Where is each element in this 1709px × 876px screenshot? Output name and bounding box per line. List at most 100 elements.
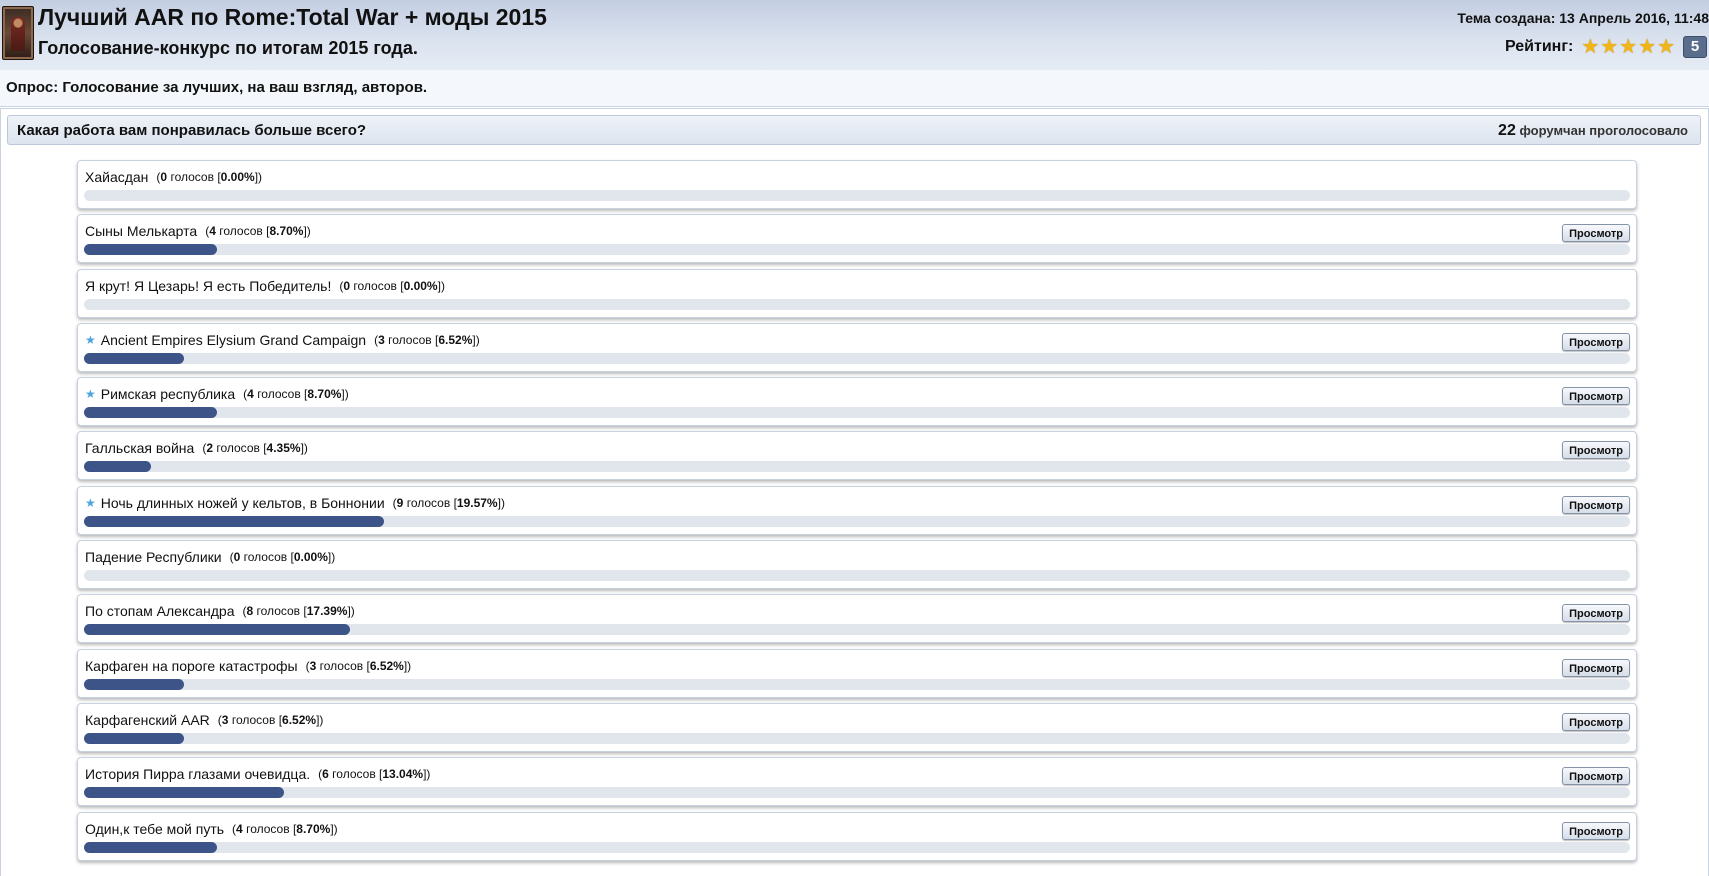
answer-title: По стопам Александра <box>85 603 235 620</box>
answer-vote-count: 4 <box>236 821 243 836</box>
answer-votes: (0 голосов [0.00%]) <box>339 278 445 293</box>
answer-percent: 6.52% <box>438 332 473 347</box>
answer-bar-fill <box>84 244 218 256</box>
answer-bar-fill <box>84 461 151 473</box>
answer-bar-fill <box>84 787 284 799</box>
view-voters-button[interactable]: Просмотр <box>1562 767 1630 786</box>
view-voters-button[interactable]: Просмотр <box>1562 495 1630 514</box>
answer-votes-word: голосов <box>319 658 364 673</box>
answer-line: История Пирра глазами очевидца. (6 голосо… <box>85 766 430 782</box>
rating-star-icon[interactable]: ★ <box>1619 37 1637 57</box>
answer-percent: 13.04% <box>382 767 424 782</box>
answer-votes-word: голосов <box>246 821 290 836</box>
answer-votes-word: голосов <box>231 712 276 727</box>
answer-title: Карфагенский AAR <box>85 711 210 728</box>
poll-answer-row: Я крут! Я Цезарь! Я есть Победитель! (0 г… <box>77 268 1637 318</box>
rating-count-badge: 5 <box>1683 36 1707 58</box>
answer-vote-count: 9 <box>396 495 404 510</box>
answer-votes: (3 голосов [6.52%]) <box>217 712 324 727</box>
answer-line: ★ Римская республика (4 голосов [8.70%]) <box>85 386 349 402</box>
poll-answer-row: ★ Ancient Empires Elysium Grand Campaign (… <box>77 322 1637 372</box>
answer-votes: (4 голосов [8.70%]) <box>205 224 311 239</box>
answer-votes-word: голосов <box>256 604 301 619</box>
answer-votes: (9 голосов [19.57%]) <box>392 495 505 510</box>
answer-bar-track <box>84 732 1630 744</box>
poll-answer-row: Один,к тебе мой путь (4 голосов [8.70%]) П… <box>77 811 1637 861</box>
rating-star-icon[interactable]: ★ <box>1581 37 1599 57</box>
answer-bar-track <box>84 461 1630 473</box>
answer-votes: (8 голосов [17.39%]) <box>242 604 355 619</box>
answer-vote-count: 3 <box>378 332 385 347</box>
answer-votes: (0 голосов [0.00%]) <box>156 170 263 184</box>
answer-bar-fill <box>84 515 384 527</box>
poll-answer-row: История Пирра глазами очевидца. (6 голосо… <box>77 757 1637 807</box>
answer-bar-track <box>84 841 1630 853</box>
answer-votes-word: голосов <box>257 387 301 402</box>
view-voters-button[interactable]: Просмотр <box>1562 604 1630 623</box>
answer-bar-track <box>84 515 1630 527</box>
answer-percent: 8.70% <box>296 821 331 836</box>
answer-votes-word: голосов <box>406 495 451 510</box>
answer-bar-fill <box>84 407 218 419</box>
poll-title: Опрос: Голосование за лучших, на ваш взг… <box>6 79 428 96</box>
rating-star-icon[interactable]: ★ <box>1657 37 1675 57</box>
rating-star-icon[interactable]: ★ <box>1638 37 1656 57</box>
view-voters-button[interactable]: Просмотр <box>1562 224 1630 243</box>
voters-count: 22 <box>1498 122 1516 139</box>
answer-line: Один,к тебе мой путь (4 голосов [8.70%]) <box>85 821 338 837</box>
view-voters-button[interactable]: Просмотр <box>1562 658 1630 677</box>
answer-votes-word: голосов <box>216 441 260 456</box>
topic-title: Лучший AAR по Rome:Total War + моды 2015 <box>38 4 547 30</box>
answer-vote-count: 3 <box>221 712 229 727</box>
answer-bar-fill <box>84 732 184 744</box>
answer-votes: (2 голосов [4.35%]) <box>202 441 308 456</box>
favorite-star-icon: ★ <box>85 387 96 402</box>
answer-line: По стопам Александра (8 голосов [17.39%]) <box>85 603 355 619</box>
poll-answer-row: ★ Ночь длинных ножей у кельтов, в Боннони… <box>77 485 1637 535</box>
view-voters-button[interactable]: Просмотр <box>1562 821 1630 840</box>
answer-votes-word: голосов <box>388 332 432 347</box>
view-voters-button[interactable]: Просмотр <box>1562 387 1630 406</box>
view-voters-button[interactable]: Просмотр <box>1562 441 1630 460</box>
answer-bar-fill <box>84 624 351 636</box>
answer-bar-track <box>84 787 1630 799</box>
answer-percent: 0.00% <box>220 170 255 184</box>
answer-votes-word: голосов <box>219 224 263 239</box>
answer-title: Римская республика <box>100 386 236 403</box>
poll-voters: 22 форумчан проголосовало <box>1498 122 1688 140</box>
answer-percent: 4.35% <box>266 441 301 456</box>
answer-votes-word: голосов <box>243 550 288 565</box>
answer-title: Хайасдан <box>85 169 149 185</box>
answer-votes: (6 голосов [13.04%]) <box>318 767 431 782</box>
answer-line: Сыны Мелькарта (4 голосов [8.70%]) <box>85 223 311 239</box>
poll-answer-row: Галльская война (2 голосов [4.35%]) Просмо… <box>77 431 1637 481</box>
poll-answer-row: ★ Римская республика (4 голосов [8.70%]) Пр… <box>77 377 1637 427</box>
answer-votes-word: голосов <box>332 767 376 782</box>
answer-vote-count: 2 <box>206 441 213 456</box>
answer-bar-track <box>84 190 1630 201</box>
rating-star-icon[interactable]: ★ <box>1600 37 1618 57</box>
answer-votes: (3 голосов [6.52%]) <box>374 332 480 347</box>
answer-percent: 0.00% <box>403 278 438 293</box>
view-voters-button[interactable]: Просмотр <box>1562 332 1630 351</box>
rating-stars[interactable]: ★ ★ ★ ★ ★ <box>1581 37 1675 57</box>
answer-votes: (4 голосов [8.70%]) <box>232 821 338 836</box>
voters-label: форумчан проголосовало <box>1519 123 1688 138</box>
answer-line: Карфагенский AAR (3 голосов [6.52%]) <box>85 712 323 728</box>
answer-bar-fill <box>84 678 184 690</box>
answer-percent: 8.70% <box>307 387 342 402</box>
answer-bar-track <box>84 570 1630 582</box>
view-voters-button[interactable]: Просмотр <box>1562 712 1630 731</box>
poll-answers-list: Хайасдан (0 голосов [0.00%]) Сыны Мелькарт… <box>77 160 1637 866</box>
answer-votes-word: голосов <box>170 170 214 184</box>
poll-answer-row: Падение Республики (0 голосов [0.00%]) <box>77 540 1637 590</box>
answer-bar-track <box>84 407 1630 419</box>
answer-bar-fill <box>84 841 218 853</box>
answer-votes-word: голосов <box>353 278 397 293</box>
answer-title: Сыны Мелькарта <box>85 223 198 240</box>
topic-header: Лучший AAR по Rome:Total War + моды 2015… <box>0 0 1709 71</box>
answer-bar-fill <box>84 352 184 364</box>
answer-line: Галльская война (2 голосов [4.35%]) <box>85 440 308 456</box>
answer-line: Хайасдан (0 голосов [0.00%]) <box>85 169 262 185</box>
answer-vote-count: 0 <box>343 278 351 293</box>
